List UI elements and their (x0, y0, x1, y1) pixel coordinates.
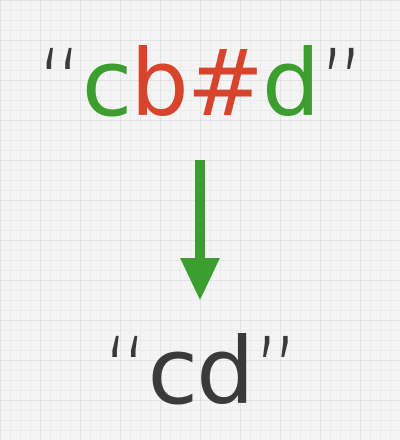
down-arrow-icon (180, 160, 220, 300)
input-char-hash: # (186, 30, 264, 137)
output-text: cd (147, 318, 255, 425)
output-close-quote: ” (252, 318, 300, 425)
input-open-quote: “ (36, 30, 84, 137)
input-string: “cb#d” (0, 38, 400, 130)
output-string: “cd” (0, 326, 400, 418)
input-char-b: b (130, 30, 188, 137)
output-open-quote: “ (101, 318, 150, 425)
arrow-head (180, 258, 220, 300)
input-char-c: c (81, 30, 133, 137)
input-char-d: d (261, 30, 320, 137)
input-close-quote: ” (318, 30, 366, 137)
arrow-shaft (195, 160, 205, 264)
